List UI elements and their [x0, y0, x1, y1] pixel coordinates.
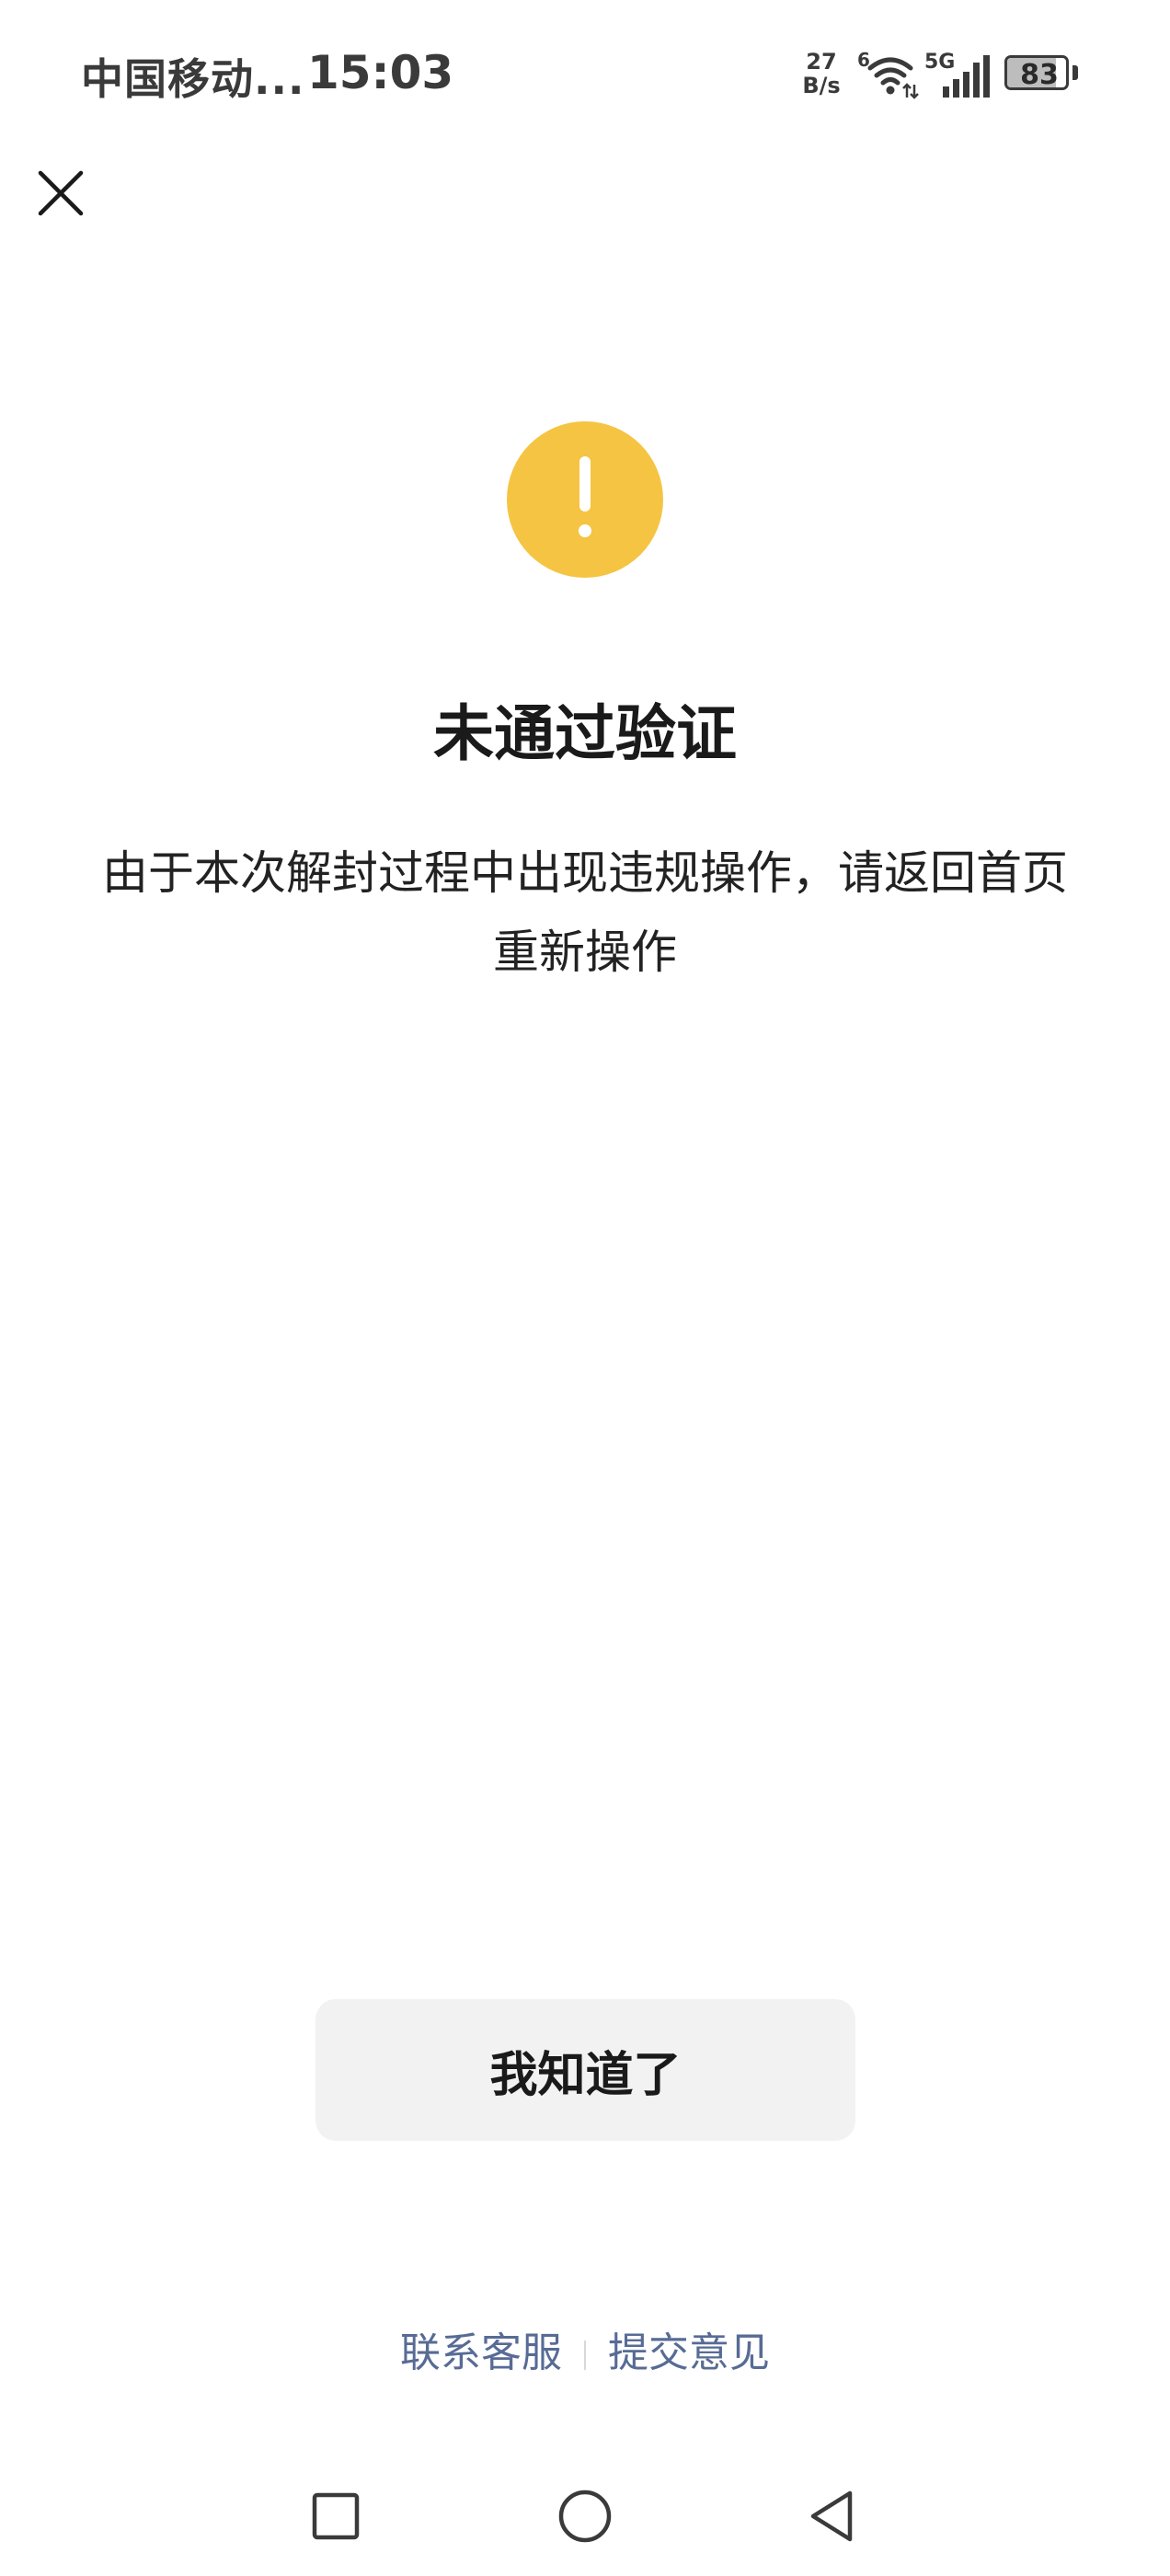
warning-icon [507, 421, 663, 578]
square-icon [312, 2492, 360, 2540]
close-icon [38, 170, 84, 216]
network-speed: 27 B/s [798, 50, 844, 98]
carrier-name: 中国移动... [81, 54, 305, 104]
network-speed-unit: B/s [802, 73, 841, 98]
status-time: 15:03 [307, 46, 454, 99]
network-type-label: 5G [924, 51, 955, 74]
system-navigation-bar [0, 2475, 1170, 2558]
submit-feedback-link[interactable]: 提交意见 [608, 2329, 770, 2376]
wifi-icon: 6 [857, 49, 919, 99]
contact-support-link[interactable]: 联系客服 [400, 2329, 562, 2376]
cellular-signal-icon: 5G [924, 51, 990, 98]
description-text: 由于本次解封过程中出现违规操作，请返回首页重新操作 [102, 846, 1068, 979]
home-button[interactable] [544, 2475, 626, 2558]
network-speed-value: 27 [806, 49, 837, 75]
status-bar: 中国移动... 15:03 27 B/s 6 5G 83 [0, 0, 1170, 147]
battery-level: 83 [1020, 59, 1059, 90]
back-button[interactable] [793, 2475, 876, 2558]
recent-apps-button[interactable] [294, 2475, 377, 2558]
page-title: 未通过验证 [433, 698, 737, 769]
close-button[interactable] [31, 164, 90, 223]
acknowledge-button[interactable]: 我知道了 [315, 1999, 855, 2141]
triangle-back-icon [810, 2490, 853, 2542]
battery-icon: 83 [1004, 55, 1078, 90]
footer-links: 联系客服 提交意见 [0, 2326, 1170, 2381]
footer-divider [584, 2340, 586, 2370]
circle-icon [558, 2490, 612, 2543]
